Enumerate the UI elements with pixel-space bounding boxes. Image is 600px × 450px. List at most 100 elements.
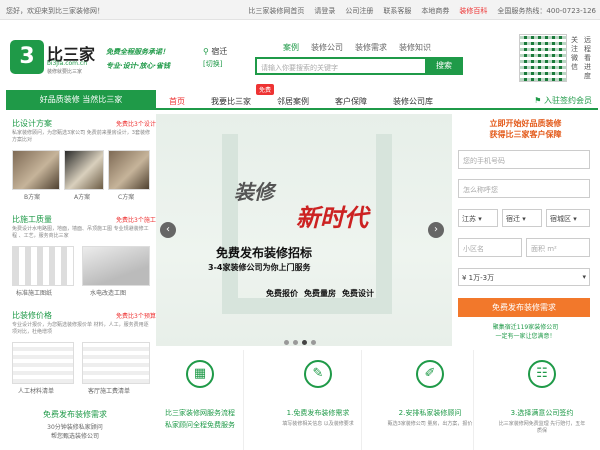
promo-banner[interactable]: 装修 新时代 免费发布装修招标 3-4家装修公司为你上门服务 免费报价 免费量房… [156,114,452,346]
design-caption-a: A方案 [74,194,91,201]
step-process[interactable]: ▦ 比三家装修网服务流程 私家顾问全程免费服务 [156,350,244,450]
banner-dot[interactable] [311,340,316,345]
design-image-a[interactable] [64,150,104,190]
form-heading-2: 获得比三家客户保障 [489,130,562,139]
nav-compare[interactable]: 我要比三家 [211,96,251,107]
logo-subtitle: 装修就要比三家 [47,69,83,75]
free-request-link[interactable]: 免费发布装修需求 [0,409,150,420]
plumbing-drawing-caption: 水电改造工图 [90,290,127,297]
login-link[interactable]: 请登录 [314,6,335,16]
city-name: 宿迁 [211,47,228,56]
step-1[interactable]: ✎ 1.免费发布装修需求 填写装修相关信息 以及装修要求 [274,350,362,450]
design-section-title[interactable]: 比设计方案 [12,118,52,129]
form-heading-1: 立即开始好品质装修 [489,119,562,128]
hotline-text: 全国服务热线：400-0723-126 [497,7,596,15]
tab-requests[interactable]: 装修需求 [355,42,387,53]
design-desc: 私家装修顾问，为您甄选3家公司 免费前来量房设计，3套装修方案比对 [12,130,150,143]
living-room-cost-sheet-image[interactable] [82,342,150,384]
join-member-link[interactable]: ⚑ 入驻签约会员 [534,95,592,106]
service-steps: ▦ 比三家装修网服务流程 私家顾问全程免费服务 ✎ 1.免费发布装修需求 填写装… [156,350,596,450]
search-button[interactable]: 搜索 [425,57,463,75]
free-badge: 免费 [256,84,275,95]
feature-free-quote: 免费报价 [266,289,298,298]
name-input[interactable]: 怎么称呼您 [458,179,590,198]
step-1-title: 1.免费发布装修需求 [286,409,350,417]
city-switch-link[interactable]: [切换] [203,59,222,69]
province-select[interactable]: 江苏 ▾ [458,209,498,227]
city-value: 宿迁 [506,215,520,223]
district-select[interactable]: 宿城区 ▾ [546,209,590,227]
flag-icon: ⚑ [534,96,542,105]
step-3-sub: 比三家装修网免费监理 先行赔付，五年质保 [498,421,586,434]
banner-pagination [284,340,316,345]
nav-guarantee[interactable]: 客户保障 [335,96,367,107]
design-more-link[interactable]: 免费比3个设计 [116,119,156,128]
nav-company-library[interactable]: 装修公司库 [393,96,433,107]
step-2-title: 2.安排私家装修顾问 [398,409,462,417]
service-link[interactable]: 联系客服 [383,6,411,16]
search-tabs: 案例 装修公司 装修需求 装修知识 [283,42,431,53]
wechat-qr-code [519,34,567,82]
document-icon: ☷ [528,360,556,388]
price-section-title[interactable]: 比装修价格 [12,310,52,321]
step-2[interactable]: ✐ 2.安排私家装修顾问 甄选3家装修公司 量房，出方案，报价 [386,350,474,450]
budget-select[interactable]: ¥ 1万-3万 ▾ [458,268,590,286]
chevron-down-icon: ▾ [582,273,586,281]
banner-prev-arrow-icon[interactable]: ‹ [160,222,176,238]
community-input[interactable]: 小区名 [458,238,522,257]
design-caption-b: B方案 [24,194,41,201]
budget-value: ¥ 1万-3万 [462,274,495,282]
banner-dot[interactable] [284,340,289,345]
plumbing-drawing-image[interactable] [82,246,150,286]
price-more-link[interactable]: 免费比3个预算 [116,311,156,320]
slogan-line-1: 免费全程服务承诺！ [106,48,169,56]
join-member-label: 入驻签约会员 [544,96,592,105]
step-process-sub: 私家顾问全程免费服务 [165,421,235,429]
quality-more-link[interactable]: 免费比3个施工 [116,215,156,224]
step-2-sub: 甄选3家装修公司 量房，出方案，报价 [387,421,473,427]
qr-caption-progress: 远程看进度 [584,36,591,80]
quality-section-title[interactable]: 比施工质量 [12,214,52,225]
wiki-link[interactable]: 装修百科 [459,6,487,16]
district-value: 宿城区 [550,215,571,223]
province-value: 江苏 [462,215,476,223]
step-1-sub: 填写装修相关信息 以及装修要求 [282,421,354,427]
banner-headline: 免费发布装修招标 [216,246,313,260]
coupons-link[interactable]: 本地商券 [421,6,449,16]
location-pin-icon: ⚲ [203,47,209,56]
labor-materials-sheet-image[interactable] [12,342,74,384]
phone-input[interactable]: 您的手机号码 [458,150,590,169]
tab-cases[interactable]: 案例 [283,42,299,53]
banner-next-arrow-icon[interactable]: › [428,222,444,238]
design-image-c[interactable] [108,150,150,190]
banner-title-2: 新时代 [296,204,368,232]
step-3[interactable]: ☷ 3.选择满意公司签约 比三家装修网免费监理 先行赔付，五年质保 [498,350,586,450]
construction-drawing-image[interactable] [12,246,74,286]
current-city: ⚲ 宿迁 [203,46,227,57]
construction-drawing-caption: 标准施工图纸 [16,290,53,297]
banner-subline: 3-4家装修公司为你上门服务 [208,263,311,272]
search-input[interactable]: 请输入你要搜索的关键字 [255,57,425,75]
request-form: 立即开始好品质装修 获得比三家客户保障 您的手机号码 怎么称呼您 江苏 ▾ 宿迁… [455,114,596,346]
banner-features: 免费报价 免费量房 免费设计 [266,288,374,299]
logo-icon[interactable]: 3 [10,40,44,74]
tab-knowledge[interactable]: 装修知识 [399,42,431,53]
register-link[interactable]: 公司注册 [345,6,373,16]
labor-materials-caption: 人工材料清单 [18,388,55,395]
nav-cases[interactable]: 邻居案例 [277,96,309,107]
price-desc: 专业设计报价，为您甄选装修报价单 材料，人工，服务费用逐项对比，杜绝增项 [12,322,149,335]
home-link[interactable]: 比三家装修网首页 [248,6,304,16]
nav-home[interactable]: 首页 [169,96,185,107]
design-image-b[interactable] [12,150,60,190]
free-request-sub-1: 30分钟装修私家顾问 [47,424,103,431]
banner-dot-active[interactable] [302,340,307,345]
step-3-title: 3.选择满意公司签约 [510,409,574,417]
banner-dot[interactable] [293,340,298,345]
banner-title-1: 装修 [234,180,274,204]
tab-companies[interactable]: 装修公司 [311,42,343,53]
qr-caption-follow: 关注微信 [571,36,578,71]
city-select[interactable]: 宿迁 ▾ [502,209,542,227]
submit-request-button[interactable]: 免费发布装修需求 [458,298,590,317]
slogan-line-2: 专业·设计·放心·省钱 [106,62,170,70]
area-input[interactable]: 面积 m² [526,238,590,257]
